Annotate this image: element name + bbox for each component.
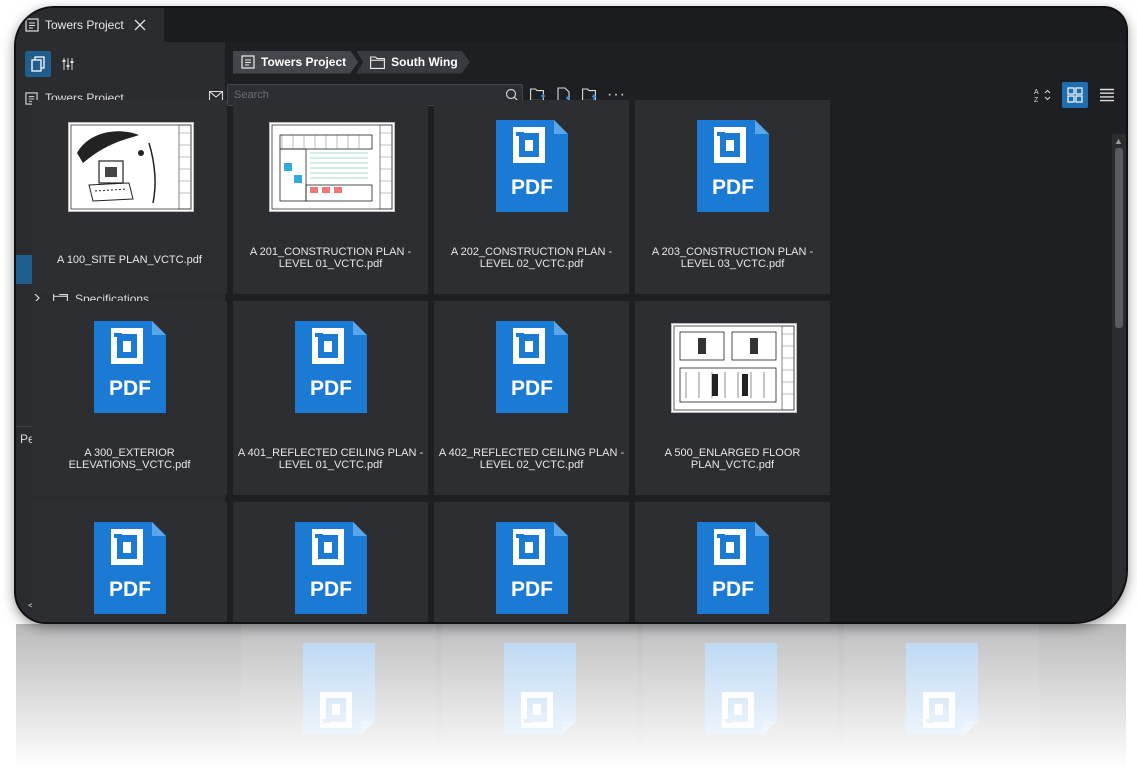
drawing-thumbnail bbox=[269, 122, 395, 212]
pdf-file-icon bbox=[303, 638, 375, 735]
close-tab-icon[interactable] bbox=[134, 19, 146, 31]
file-card[interactable]: PDF bbox=[635, 502, 830, 622]
view-controls: AZ bbox=[1024, 82, 1120, 108]
file-name: A 300_EXTERIOR ELEVATIONS_VCTC.pdf bbox=[68, 447, 191, 471]
file-card[interactable]: PDF A 401_REFLECTED CEILING PLAN - LEVEL … bbox=[233, 301, 428, 495]
pdf-icon-text: PDF bbox=[310, 578, 352, 601]
project-icon bbox=[241, 55, 255, 69]
drawing-thumbnail bbox=[671, 323, 797, 413]
document-tab[interactable]: Towers Project bbox=[16, 8, 164, 42]
breadcrumb-root-label: Towers Project bbox=[261, 55, 347, 69]
file-name: A 500_ENLARGED FLOOR PLAN_VCTC.pdf bbox=[664, 447, 801, 471]
folder-icon bbox=[370, 56, 385, 69]
drawing-thumbnail bbox=[68, 122, 194, 212]
file-name: A 203_CONSTRUCTION PLAN - LEVEL 03_VCTC.… bbox=[651, 246, 814, 270]
pdf-icon-text: PDF bbox=[712, 176, 754, 199]
pdf-icon-text: PDF bbox=[511, 176, 553, 199]
list-icon bbox=[1100, 88, 1114, 102]
tab-bar: Towers Project bbox=[16, 8, 1126, 42]
scroll-thumb[interactable] bbox=[1115, 148, 1123, 328]
pdf-file-icon: PDF bbox=[496, 321, 568, 418]
pdf-file-icon: PDF bbox=[295, 522, 367, 619]
pdf-file-icon: PDF bbox=[697, 522, 769, 619]
file-name: A 402_REFLECTED CEILING PLAN - LEVEL 02_… bbox=[438, 447, 625, 471]
pdf-file-icon bbox=[504, 638, 576, 735]
grid-icon bbox=[1067, 87, 1083, 103]
reflection-card bbox=[643, 624, 838, 769]
svg-text:A: A bbox=[1034, 89, 1039, 96]
copy-icon bbox=[31, 56, 45, 72]
more-options-button[interactable]: ··· bbox=[607, 87, 626, 103]
pdf-icon-text: PDF bbox=[109, 377, 151, 400]
reflection-card bbox=[844, 624, 1039, 769]
file-card[interactable]: A 500_ENLARGED FLOOR PLAN_VCTC.pdf bbox=[635, 301, 830, 495]
reflection-card bbox=[442, 624, 637, 769]
window-reflection bbox=[16, 624, 1126, 769]
breadcrumb: Towers Project South Wing bbox=[225, 42, 1126, 82]
pdf-file-icon bbox=[906, 638, 978, 735]
filter-settings-button[interactable] bbox=[55, 51, 81, 77]
file-card[interactable]: PDF bbox=[233, 502, 428, 622]
pdf-icon-text: PDF bbox=[511, 578, 553, 601]
sliders-icon bbox=[62, 58, 74, 70]
file-card[interactable]: PDF A 203_CONSTRUCTION PLAN - LEVEL 03_VC… bbox=[635, 100, 830, 294]
pdf-file-icon: PDF bbox=[295, 321, 367, 418]
sort-icon[interactable]: AZ bbox=[1030, 82, 1056, 108]
list-view-button[interactable] bbox=[1094, 82, 1120, 108]
breadcrumb-current-label: South Wing bbox=[391, 55, 458, 69]
files-view-button[interactable] bbox=[25, 51, 51, 77]
pdf-icon-text: PDF bbox=[511, 377, 553, 400]
app-window: Towers Project Towers Project ContractsF… bbox=[16, 8, 1126, 622]
pdf-file-icon: PDF bbox=[697, 120, 769, 217]
pdf-file-icon bbox=[705, 638, 777, 735]
pdf-file-icon: PDF bbox=[94, 321, 166, 418]
project-icon bbox=[25, 18, 39, 32]
vertical-scrollbar[interactable]: ▲ bbox=[1112, 134, 1126, 622]
breadcrumb-current[interactable]: South Wing bbox=[356, 51, 470, 74]
pdf-file-icon: PDF bbox=[496, 120, 568, 217]
pdf-file-icon: PDF bbox=[496, 522, 568, 619]
file-card[interactable]: PDF A 300_EXTERIOR ELEVATIONS_VCTC.pdf bbox=[32, 301, 227, 495]
file-card[interactable]: A 100_SITE PLAN_VCTC.pdf bbox=[32, 100, 227, 294]
file-name: A 401_REFLECTED CEILING PLAN - LEVEL 01_… bbox=[237, 447, 424, 471]
pdf-icon-text: PDF bbox=[310, 377, 352, 400]
pdf-file-icon: PDF bbox=[94, 522, 166, 619]
file-card[interactable]: PDF A 402_REFLECTED CEILING PLAN - LEVEL … bbox=[434, 301, 629, 495]
pdf-icon-text: PDF bbox=[712, 578, 754, 601]
pdf-icon-text: PDF bbox=[109, 578, 151, 601]
file-name: A 100_SITE PLAN_VCTC.pdf bbox=[57, 254, 202, 266]
file-card[interactable]: PDF bbox=[434, 502, 629, 622]
sidebar-toolbar bbox=[16, 42, 225, 86]
file-name: A 201_CONSTRUCTION PLAN - LEVEL 01_VCTC.… bbox=[249, 246, 412, 270]
file-card[interactable]: A 201_CONSTRUCTION PLAN - LEVEL 01_VCTC.… bbox=[233, 100, 428, 294]
file-card[interactable]: PDF bbox=[32, 502, 227, 622]
reflection-card bbox=[241, 624, 436, 769]
svg-text:Z: Z bbox=[1034, 97, 1039, 103]
file-name: A 202_CONSTRUCTION PLAN - LEVEL 02_VCTC.… bbox=[450, 246, 613, 270]
scroll-up-icon[interactable]: ▲ bbox=[1114, 136, 1123, 146]
reflection-content bbox=[16, 624, 1126, 769]
breadcrumb-root[interactable]: Towers Project bbox=[233, 51, 358, 74]
grid-view-button[interactable] bbox=[1062, 82, 1088, 108]
file-card[interactable]: PDF A 202_CONSTRUCTION PLAN - LEVEL 02_VC… bbox=[434, 100, 629, 294]
tab-title: Towers Project bbox=[45, 18, 124, 32]
